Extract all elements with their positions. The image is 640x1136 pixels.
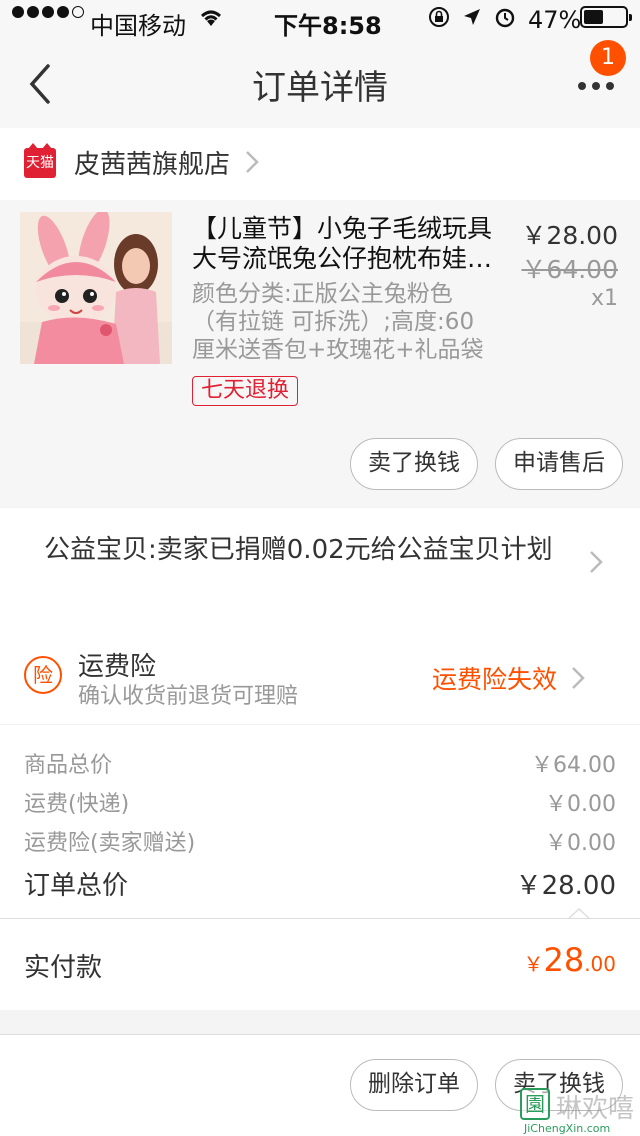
insurance-subtitle: 确认收货前退货可理赔: [78, 684, 299, 709]
product-title-line: 【儿童节】小兔子毛绒玩具: [192, 214, 492, 243]
sku-line: 颜色分类:正版公主兔粉色: [192, 281, 453, 307]
summary-label: 运费险(卖家赠送): [24, 831, 196, 856]
notification-badge: 1: [590, 40, 626, 76]
status-time: 下午8:58: [274, 12, 382, 40]
order-total-label: 订单总价: [24, 871, 129, 901]
return-policy-tag: 七天退换: [192, 376, 299, 406]
carrier-name: 中国移动: [90, 12, 186, 40]
wifi-icon: [198, 6, 224, 34]
page-title: 订单详情: [252, 68, 388, 108]
chevron-right-icon: [590, 551, 603, 573]
sku-line: 厘米送香包+玫瑰花+礼品袋: [192, 337, 484, 363]
summary-label: 商品总价: [24, 753, 113, 778]
status-bar: 中国移动 下午8:58 47%: [0, 0, 640, 40]
product-thumbnail[interactable]: [20, 212, 172, 364]
order-total-value: ￥28.00: [515, 871, 616, 901]
shop-name: 皮茜茜旗舰店: [74, 150, 231, 180]
summary-row: 运费险(卖家赠送) ￥0.00: [24, 825, 616, 856]
order-item: 【儿童节】小兔子毛绒玩具 大号流氓兔公仔抱枕布娃… 颜色分类:正版公主兔粉色 （…: [0, 200, 640, 506]
location-arrow-icon: [464, 9, 480, 25]
alarm-icon: [495, 8, 515, 28]
signal-strength-icon: [12, 6, 84, 18]
summary-label: 运费(快递): [24, 792, 130, 817]
sku-line: （有拉链 可拆洗）;高度:60: [192, 309, 475, 335]
amount-paid-value: ￥28.00: [523, 941, 616, 979]
orientation-lock-icon: [429, 7, 449, 27]
chevron-right-icon: [572, 667, 585, 689]
shipping-insurance-row[interactable]: 险 运费险 确认收货前退货可理赔 运费险失效: [0, 612, 640, 724]
product-title-line: 大号流氓兔公仔抱枕布娃…: [192, 244, 492, 273]
summary-value: ￥0.00: [545, 792, 616, 817]
amount-paid-label: 实付款: [24, 953, 103, 983]
watermark: 園 琳欢嘻 JiChengXin.com: [520, 1088, 636, 1135]
after-sale-button[interactable]: 申请售后: [495, 438, 623, 490]
product-sku: 颜色分类:正版公主兔粉色 （有拉链 可拆洗）;高度:60 厘米送香包+玫瑰花+礼…: [192, 280, 497, 364]
shop-row[interactable]: 天猫 皮茜茜旗舰店: [0, 128, 640, 200]
price-summary: 商品总价 ￥64.00 运费(快递) ￥0.00 运费险(卖家赠送) ￥0.00…: [0, 724, 640, 920]
watermark-url: JiChengXin.com: [524, 1122, 611, 1135]
item-quantity: x1: [590, 286, 618, 311]
charity-row[interactable]: 公益宝贝:卖家已捐赠0.02元给公益宝贝计划: [0, 508, 640, 612]
insurance-icon: 险: [24, 656, 62, 694]
sell-for-cash-button[interactable]: 卖了换钱: [350, 438, 478, 490]
tmall-icon: 天猫: [24, 143, 56, 178]
summary-value: ￥64.00: [531, 753, 616, 778]
watermark-text: 琳欢嘻: [556, 1094, 635, 1124]
charity-text: 公益宝贝:卖家已捐赠0.02元给公益宝贝计划: [44, 535, 553, 565]
amount-decimal: .00: [584, 952, 616, 976]
summary-value: ￥0.00: [545, 831, 616, 856]
battery-percentage: 47%: [528, 6, 582, 34]
item-original-price: ￥64.00: [521, 255, 618, 284]
currency-symbol: ￥: [523, 952, 544, 976]
more-dots-icon: [578, 82, 614, 90]
summary-row: 商品总价 ￥64.00: [24, 747, 616, 778]
chevron-right-icon: [246, 151, 259, 173]
product-title[interactable]: 【儿童节】小兔子毛绒玩具 大号流氓兔公仔抱枕布娃…: [192, 214, 492, 274]
delete-order-button[interactable]: 删除订单: [350, 1059, 478, 1111]
battery-icon: [580, 6, 632, 28]
amount-integer: 28: [543, 941, 585, 979]
watermark-logo: 園: [520, 1088, 550, 1120]
amount-paid-row: 实付款 ￥28.00: [0, 918, 640, 1010]
navigation-bar: 订单详情: [0, 40, 640, 128]
summary-row: 运费(快递) ￥0.00: [24, 786, 616, 817]
status-icons: [428, 6, 516, 28]
order-total-row: 订单总价 ￥28.00: [24, 865, 616, 901]
insurance-status: 运费险失效: [432, 665, 558, 694]
item-price: ￥28.00: [521, 221, 618, 250]
